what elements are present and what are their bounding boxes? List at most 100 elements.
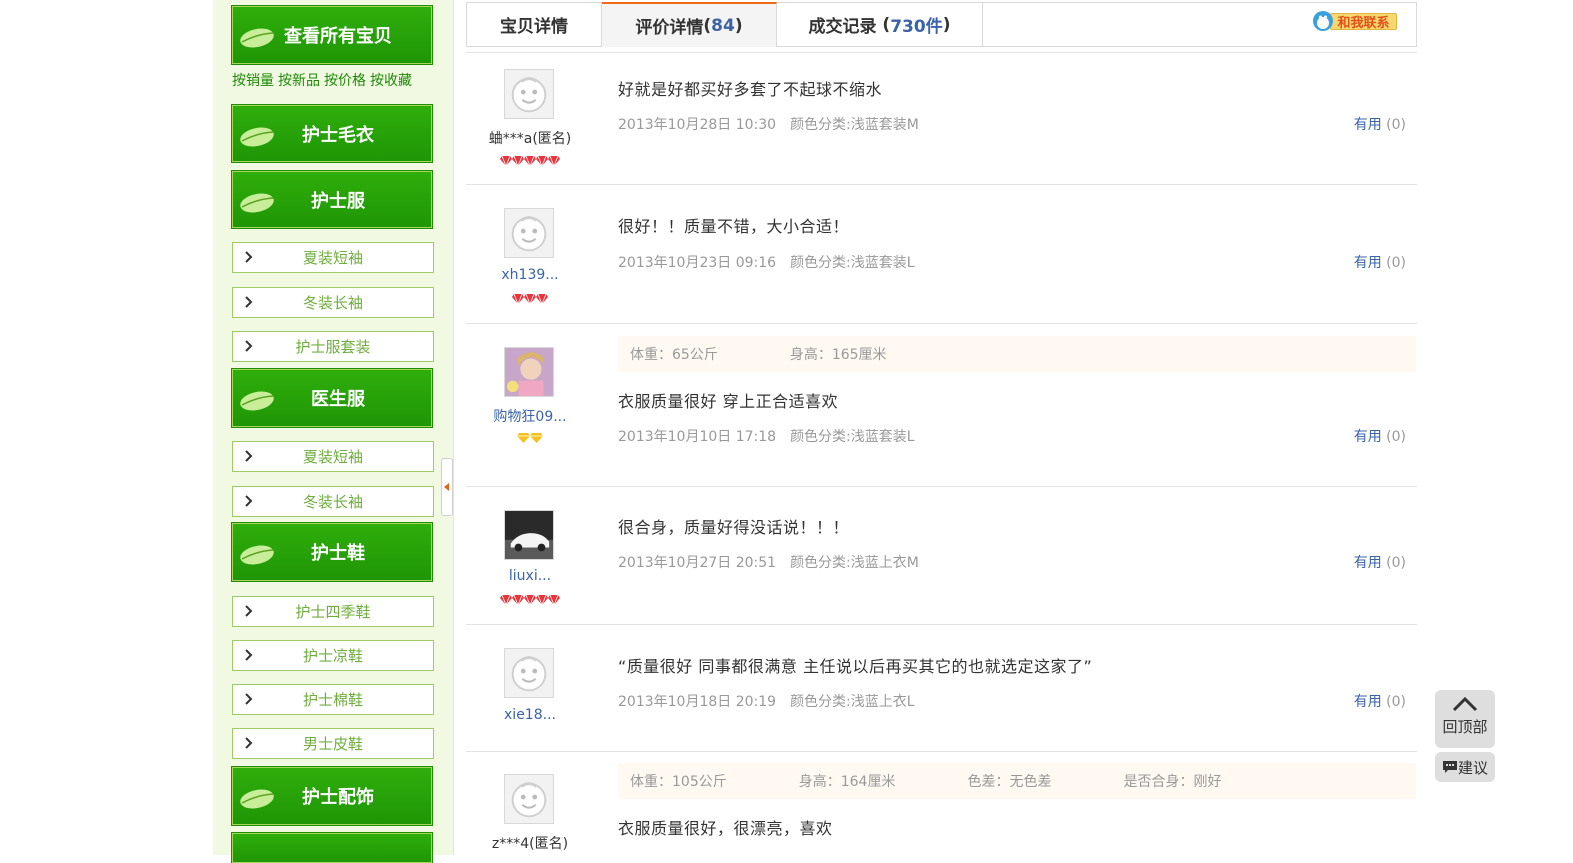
subcategory-link[interactable]: 护士凉鞋 (232, 640, 434, 671)
subcategory-label: 护士四季鞋 (295, 603, 371, 621)
category-label: 护士配饰 (302, 787, 374, 808)
review-sku: 颜色分类:浅蓝套装L (790, 255, 915, 271)
buyer-rank-icon (466, 290, 594, 306)
buyer-weight: 体重：105公斤 (630, 774, 727, 790)
contact-label: 和我联系 (1330, 13, 1397, 31)
review-item: z***4(匿名) 体重：105公斤 身高：164厘米 色差：无色差 是否合身：刚好 … (466, 752, 1417, 855)
chevron-right-icon (245, 450, 253, 462)
color-difference: 色差：无色差 (967, 774, 1052, 790)
category-sidebar: 查看所有宝贝 按销量 按新品 按价格 按收藏 护士毛衣 护士服 夏装短袖 冬装长袖 护… (213, 0, 454, 863)
reviewer-name: z***4(匿名) (491, 836, 569, 852)
subcategory-link[interactable]: 护士四季鞋 (232, 596, 434, 627)
review-meta: 2013年10月18日 20:19 颜色分类:浅蓝上衣L (618, 691, 915, 711)
tab-item-details[interactable]: 宝贝详情 (467, 3, 602, 46)
subcategory-link[interactable]: 冬装长袖 (232, 486, 434, 517)
buyer-rank-icon (466, 591, 594, 607)
back-to-top-label: 回顶部 (1442, 718, 1488, 736)
review-content: 好就是好都买好多套了不起球不缩水 (618, 80, 883, 99)
leaf-icon (240, 545, 274, 565)
tab-label: 宝贝详情 (500, 17, 568, 37)
useful-count: (0) (1386, 255, 1406, 271)
back-to-top-button[interactable]: 回顶部 (1435, 690, 1495, 748)
review-sku: 颜色分类:浅蓝上衣M (790, 555, 919, 571)
useful-label: 有用 (1353, 555, 1382, 571)
category-nurse-accessories[interactable]: 护士配饰 (231, 766, 433, 826)
reviews-count: 84 (711, 15, 735, 36)
tab-transactions[interactable]: 成交记录 (730件) (777, 3, 983, 46)
user-photo-avatar (504, 347, 554, 397)
reviewer-name: 蛐***a(匿名) (488, 131, 572, 147)
subcategory-link[interactable]: 护士棉鞋 (232, 684, 434, 715)
useful-count: (0) (1386, 694, 1406, 710)
review-sku: 颜色分类:浅蓝上衣L (790, 694, 915, 710)
review-meta: 2013年10月28日 10:30 颜色分类:浅蓝套装M (618, 114, 919, 134)
chevron-right-icon (245, 251, 253, 263)
reviewer-name[interactable]: xie18... (466, 707, 594, 723)
suggestion-label: 建议 (1457, 758, 1488, 777)
chevron-right-icon (245, 605, 253, 617)
reviewer-name[interactable]: liuxi... (466, 568, 594, 584)
chevron-right-icon (245, 693, 253, 705)
tab-label: 评价详情 (635, 18, 704, 38)
default-avatar-icon (504, 69, 554, 119)
tab-reviews[interactable]: 评价详情(84) (602, 2, 777, 47)
transactions-count: 730件 (890, 17, 943, 37)
review-date: 2013年10月18日 20:19 (618, 694, 777, 710)
all-items-label: 查看所有宝贝 (284, 26, 392, 47)
sort-by-new-link[interactable]: 按新品 (278, 73, 320, 89)
category-nurse-shoes[interactable]: 护士鞋 (231, 522, 433, 582)
useful-label: 有用 (1353, 429, 1382, 445)
buyer-weight: 体重：65公斤 (630, 347, 718, 363)
sort-by-favorites-link[interactable]: 按收藏 (370, 73, 412, 89)
sort-by-price-link[interactable]: 按价格 (324, 73, 366, 89)
useful-button[interactable]: 有用 (0) (1354, 552, 1406, 572)
category-next[interactable] (231, 832, 433, 863)
subcategory-label: 夏装短袖 (302, 448, 363, 466)
review-content: 衣服质量很好 穿上正合适喜欢 (618, 392, 839, 411)
chevron-right-icon (245, 296, 253, 308)
subcategory-link[interactable]: 夏装短袖 (232, 441, 434, 472)
sort-links: 按销量 按新品 按价格 按收藏 (232, 70, 416, 90)
sidebar-collapse-toggle[interactable] (441, 458, 453, 516)
buyer-height: 身高：165厘米 (789, 347, 887, 363)
review-date: 2013年10月28日 10:30 (618, 117, 777, 133)
default-avatar-icon (504, 774, 554, 824)
subcategory-label: 护士棉鞋 (302, 691, 363, 709)
chevron-right-icon (245, 340, 253, 352)
fit-status: 是否合身：刚好 (1123, 774, 1222, 790)
subcategory-link[interactable]: 夏装短袖 (232, 242, 434, 273)
category-doctor-uniform[interactable]: 医生服 (231, 368, 433, 428)
subcategory-label: 护士服套装 (295, 338, 371, 356)
chat-bubble-icon (1442, 761, 1457, 773)
detail-tabs: 宝贝详情 评价详情(84) 成交记录 (730件) (466, 2, 1417, 47)
category-label: 护士毛衣 (302, 124, 374, 146)
category-nurse-sweater[interactable]: 护士毛衣 (231, 104, 433, 163)
useful-button[interactable]: 有用 (0) (1354, 252, 1406, 272)
subcategory-link[interactable]: 护士服套装 (232, 331, 434, 362)
tab-label: 成交记录 (808, 17, 877, 37)
category-nurse-uniform[interactable]: 护士服 (231, 170, 433, 229)
reviewer-name[interactable]: xh139... (466, 267, 594, 283)
useful-button[interactable]: 有用 (0) (1354, 691, 1406, 711)
reviewer-name[interactable]: 购物狂09... (466, 406, 594, 426)
qq-penguin-icon (1313, 11, 1333, 31)
leaf-icon (240, 127, 274, 147)
review-item: xh139... 很好！！质量不错，大小合适！ 2013年10月23日 09:1… (466, 185, 1417, 324)
subcategory-link[interactable]: 冬装长袖 (232, 287, 434, 318)
useful-label: 有用 (1353, 117, 1382, 133)
subcategory-label: 护士凉鞋 (302, 647, 363, 665)
review-item: 蛐***a(匿名) 好就是好都买好多套了不起球不缩水 2013年10月28日 1… (466, 52, 1417, 185)
all-items-button[interactable]: 查看所有宝贝 (231, 5, 433, 65)
sort-by-sales-link[interactable]: 按销量 (232, 73, 274, 89)
useful-button[interactable]: 有用 (0) (1354, 114, 1406, 134)
suggestion-button[interactable]: 建议 (1435, 752, 1495, 782)
default-avatar-icon (504, 648, 554, 698)
useful-button[interactable]: 有用 (0) (1354, 426, 1406, 446)
useful-label: 有用 (1353, 255, 1382, 271)
subcategory-label: 冬装长袖 (302, 493, 363, 511)
subcategory-label: 冬装长袖 (302, 294, 363, 312)
subcategory-link[interactable]: 男士皮鞋 (232, 728, 434, 759)
review-sku: 颜色分类:浅蓝套装M (790, 117, 919, 133)
contact-seller-button[interactable]: 和我联系 (1312, 9, 1398, 33)
review-meta: 2013年10月23日 09:16 颜色分类:浅蓝套装L (618, 252, 915, 272)
